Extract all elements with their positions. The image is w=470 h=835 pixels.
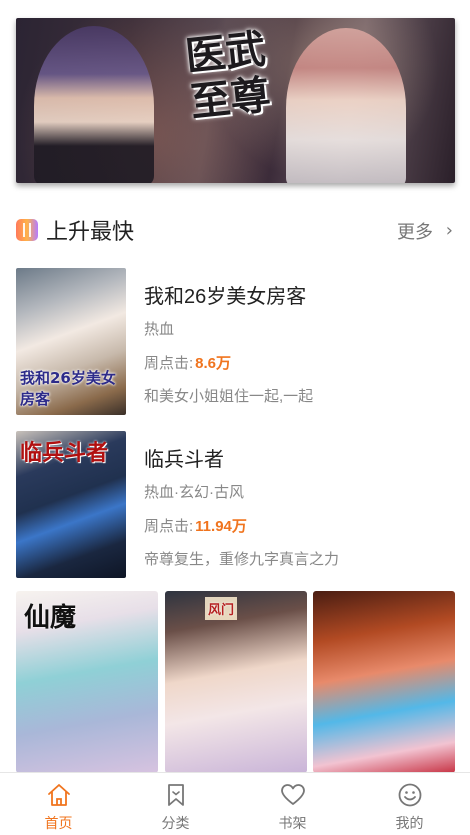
cover-title-art: 临兵斗者 — [20, 441, 109, 466]
cover-title-art: 我和26岁美女房客 — [20, 369, 116, 408]
weekly-clicks: 周点击: 8.6万 — [144, 352, 231, 373]
comic-genre: 热血 — [144, 321, 175, 338]
banner-character-right — [286, 28, 406, 183]
tab-label: 分类 — [161, 815, 190, 831]
comic-cover[interactable]: 临兵斗者 — [16, 431, 126, 578]
comic-grid: 仙魔 风门 — [16, 591, 455, 773]
section-title: 上升最快 — [46, 219, 135, 244]
trending-badge-icon — [16, 219, 38, 241]
tab-profile[interactable]: 我的 — [351, 773, 468, 835]
comic-tile[interactable] — [313, 591, 455, 773]
list-item[interactable]: 我和26岁美女房客 我和26岁美女房客 热血 周点击: 8.6万 和美女小姐姐住一… — [16, 268, 455, 415]
comic-tile[interactable]: 仙魔 — [16, 591, 158, 773]
home-icon — [47, 784, 70, 806]
chevron-right-icon[interactable]: › — [446, 220, 453, 241]
hero-banner[interactable]: 医武至尊 — [16, 18, 455, 183]
banner-title-art: 医武至尊 — [183, 25, 273, 127]
list-item[interactable]: 临兵斗者 临兵斗者 热血·玄幻·古风 周点击: 11.94万 帝尊复生，重修九字真… — [16, 431, 455, 578]
comic-title[interactable]: 我和26岁美女房客 — [144, 280, 306, 309]
tile-title-art: 仙魔 — [24, 603, 77, 633]
comic-description: 帝尊复生，重修九字真言之力 — [144, 551, 340, 568]
bottom-tab-bar: 首页 分类 书架 我的 — [0, 772, 470, 835]
heart-icon — [280, 784, 305, 805]
comic-genre: 热血·玄幻·古风 — [144, 484, 244, 501]
comic-cover[interactable]: 我和26岁美女房客 — [16, 268, 126, 415]
bookmark-icon — [167, 784, 184, 806]
comic-title[interactable]: 临兵斗者 — [144, 443, 224, 472]
weekly-clicks-value: 8.6万 — [195, 355, 232, 372]
tab-category[interactable]: 分类 — [117, 773, 234, 835]
tile-title-art: 风门 — [205, 597, 238, 620]
smile-icon — [398, 783, 421, 807]
more-link[interactable]: 更多 — [397, 218, 433, 244]
weekly-clicks-value: 11.94万 — [195, 518, 247, 535]
weekly-clicks: 周点击: 11.94万 — [144, 515, 247, 536]
tab-bookshelf[interactable]: 书架 — [234, 773, 351, 835]
tab-label: 我的 — [395, 815, 424, 831]
comic-description: 和美女小姐姐住一起,一起 — [144, 388, 314, 405]
comic-tile[interactable]: 风门 — [165, 591, 307, 773]
tab-label: 书架 — [278, 815, 307, 831]
section-header: 上升最快 更多 › — [16, 212, 455, 248]
tab-label: 首页 — [44, 815, 73, 831]
weekly-clicks-label: 周点击: — [144, 518, 194, 535]
banner-character-left — [34, 26, 154, 183]
tab-home[interactable]: 首页 — [0, 773, 117, 835]
weekly-clicks-label: 周点击: — [144, 355, 194, 372]
